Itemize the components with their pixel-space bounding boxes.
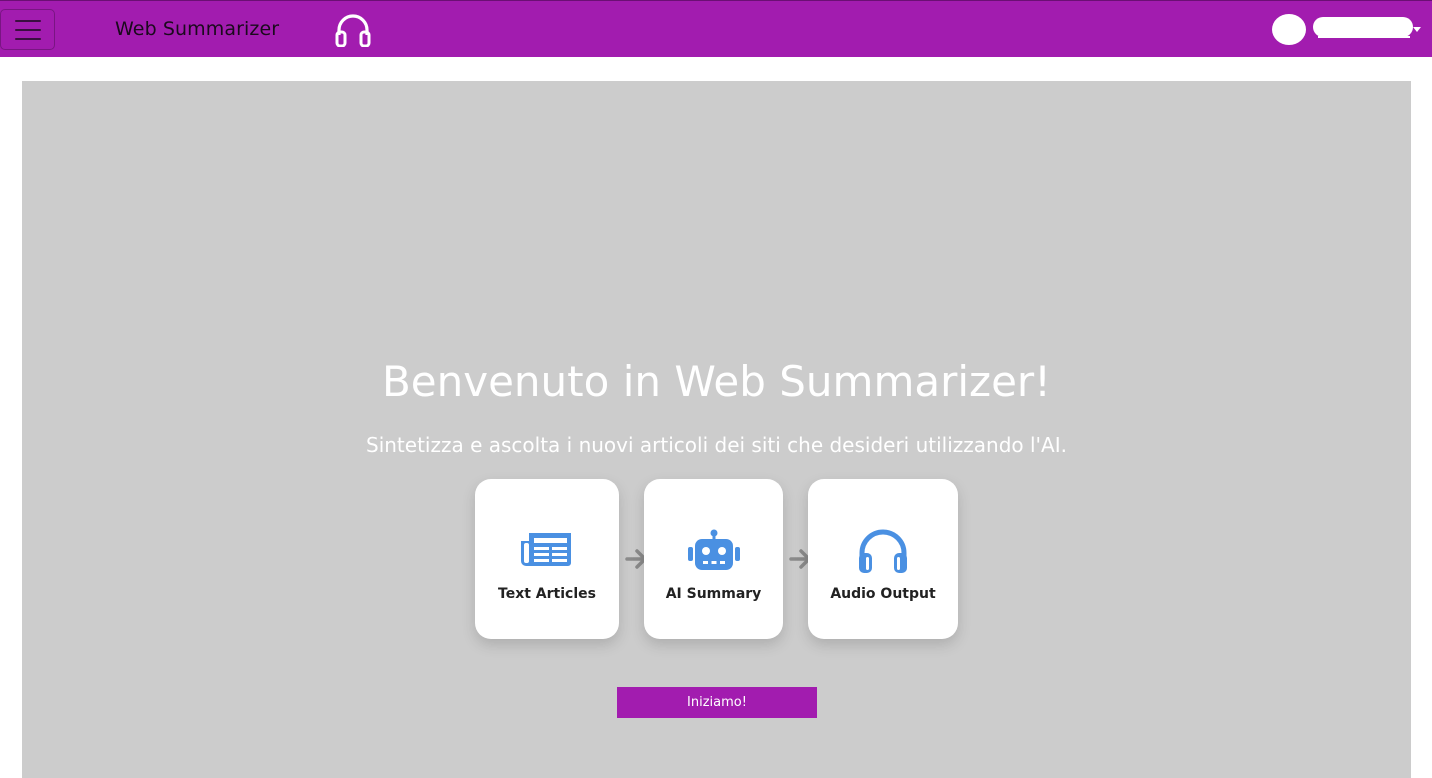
user-avatar[interactable] <box>1272 14 1306 45</box>
step-card-text-articles: Text Articles <box>475 479 619 639</box>
headphones-icon <box>859 529 907 573</box>
step-label: AI Summary <box>665 586 762 602</box>
hamburger-menu-button[interactable] <box>0 9 55 50</box>
headphones-icon <box>335 14 371 47</box>
step-label: Text Articles <box>498 586 596 602</box>
top-navbar: Web Summarizer <box>0 0 1432 57</box>
start-button[interactable]: Iniziamo! <box>617 687 817 718</box>
brand-title[interactable]: Web Summarizer <box>115 18 279 40</box>
hero-subtitle: Sintetizza e ascolta i nuovi articoli de… <box>366 433 1067 457</box>
hero-section: Benvenuto in Web Summarizer! Sintetizza … <box>22 81 1411 778</box>
user-name-underline <box>1318 36 1410 38</box>
caret-down-icon[interactable] <box>1413 27 1421 32</box>
step-card-audio-output: Audio Output <box>808 479 958 639</box>
hero-title: Benvenuto in Web Summarizer! <box>381 357 1052 406</box>
step-label: Audio Output <box>830 586 936 602</box>
robot-icon <box>687 529 740 570</box>
newspaper-icon <box>521 533 571 566</box>
user-name-redacted[interactable] <box>1313 17 1413 37</box>
hamburger-line <box>14 28 41 31</box>
hamburger-line <box>14 19 41 22</box>
step-card-ai-summary: AI Summary <box>644 479 783 639</box>
hamburger-line <box>14 37 41 40</box>
